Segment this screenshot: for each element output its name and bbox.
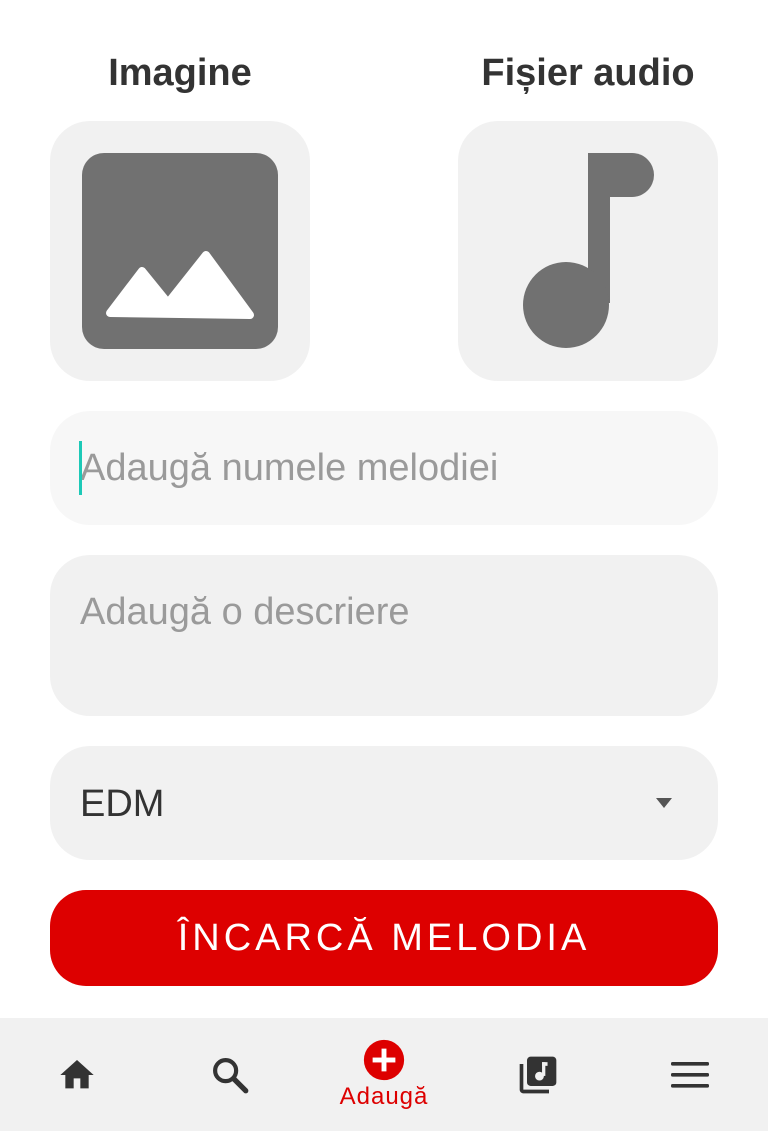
upload-song-screen: Imagine Fișier audio EDM ÎNCARCĂ MELODIA [0, 0, 768, 1131]
image-picker-label: Imagine [108, 52, 252, 94]
home-icon [60, 1059, 94, 1088]
image-icon [82, 153, 278, 349]
dropdown-arrow-icon [656, 798, 672, 808]
search-icon [213, 1057, 249, 1093]
nav-item-home[interactable] [27, 1018, 127, 1131]
genre-dropdown[interactable]: EDM [50, 746, 718, 860]
nav-item-add-label: Adaugă [339, 1082, 429, 1110]
description-input[interactable] [50, 555, 718, 716]
music-note-icon [523, 153, 654, 348]
description-field[interactable] [50, 555, 718, 716]
add-circle-icon [363, 1039, 405, 1080]
image-picker-button[interactable] [50, 121, 310, 381]
audio-picker-label: Fișier audio [481, 52, 695, 94]
song-name-field[interactable] [50, 411, 718, 525]
audio-file-picker-button[interactable] [458, 121, 718, 381]
upload-song-button[interactable]: ÎNCARCĂ MELODIA [50, 890, 718, 986]
text-cursor [79, 441, 82, 495]
nav-item-library[interactable] [488, 1018, 588, 1131]
nav-item-add[interactable]: Adaugă [324, 1018, 444, 1131]
song-name-input[interactable] [50, 411, 718, 525]
menu-icon [671, 1061, 709, 1088]
library-music-icon [519, 1056, 557, 1093]
genre-selected-value: EDM [80, 783, 165, 825]
bottom-navigation: Adaugă [0, 1018, 768, 1131]
nav-item-search[interactable] [180, 1018, 280, 1131]
nav-item-menu[interactable] [641, 1018, 741, 1131]
